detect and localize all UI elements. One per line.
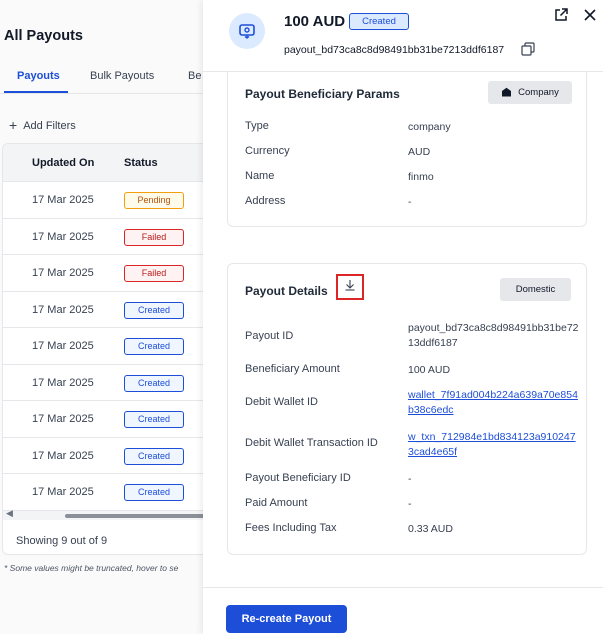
plus-icon: + (9, 117, 18, 133)
status-badge: Created (124, 301, 184, 319)
add-filters-label: Add Filters (23, 120, 76, 132)
drawer-footer: Re-create Payout (203, 587, 603, 634)
building-icon (501, 83, 512, 106)
status-badge: Created (349, 13, 409, 30)
table-row[interactable]: 17 Mar 2025 Failed (3, 219, 210, 255)
close-icon[interactable] (582, 7, 598, 23)
table-row[interactable]: 17 Mar 2025 Created (3, 328, 210, 365)
table-row[interactable]: 17 Mar 2025 Created (3, 474, 210, 511)
field-value: - (408, 473, 412, 485)
company-chip: Company (488, 81, 572, 104)
updated-on-cell: 17 Mar 2025 (32, 340, 94, 352)
field-label: Debit Wallet Transaction ID (245, 437, 378, 449)
column-header-updated-on[interactable]: Updated On (32, 157, 94, 169)
field-value: - (408, 196, 412, 208)
field-value: AUD (408, 146, 431, 158)
drawer-header: 100 AUD Created payout_bd73ca8c8d98491bb… (203, 0, 603, 72)
truncation-note: * Some values might be truncated, hover … (4, 563, 179, 573)
updated-on-cell: 17 Mar 2025 (32, 449, 94, 462)
debit-wallet-id-link[interactable]: wallet_7f91ad004b224a639a70e854b38c6edc (408, 388, 580, 418)
drawer-body[interactable]: Payout Beneficiary Params Company Type c… (203, 72, 603, 587)
updated-on-cell: 17 Mar 2025 (32, 267, 94, 279)
field-label: Debit Wallet ID (245, 396, 318, 408)
payout-detail-drawer: 100 AUD Created payout_bd73ca8c8d98491bb… (203, 0, 603, 634)
payouts-list-page: All Payouts Payouts Bulk Payouts Be + Add… (0, 0, 210, 634)
updated-on-cell: 17 Mar 2025 (32, 413, 94, 425)
column-header-status[interactable]: Status (124, 157, 158, 169)
field-label: Beneficiary Amount (245, 363, 340, 375)
payout-icon (229, 13, 265, 49)
payout-amount: 100 AUD (284, 13, 346, 30)
page-title: All Payouts (4, 28, 83, 44)
recreate-payout-button[interactable]: Re-create Payout (226, 605, 347, 633)
field-label: Payout ID (245, 330, 294, 342)
field-label: Fees Including Tax (245, 522, 337, 534)
beneficiary-params-card: Payout Beneficiary Params Company Type c… (227, 72, 587, 227)
scroll-left-arrow-icon[interactable]: ◀ (6, 508, 13, 519)
table-header: Updated On Status (3, 144, 210, 182)
updated-on-cell: 17 Mar 2025 (32, 303, 94, 316)
payout-details-card: Payout Details Domestic Payout ID payout… (227, 263, 587, 555)
status-badge: Created (124, 411, 184, 428)
field-value: company (408, 121, 451, 133)
updated-on-cell: 17 Mar 2025 (32, 194, 94, 206)
table-row[interactable]: 17 Mar 2025 Created (3, 401, 210, 438)
table-row[interactable]: 17 Mar 2025 Pending (3, 182, 210, 219)
scrollbar-thumb[interactable] (65, 514, 210, 518)
status-badge: Created (124, 374, 184, 392)
field-value: payout_bd73ca8c8d98491bb31be7213ddf6187 (408, 322, 579, 349)
table-row[interactable]: 17 Mar 2025 Created (3, 438, 210, 474)
field-label: Address (245, 195, 286, 207)
field-value: 0.33 AUD (408, 523, 453, 535)
field-label: Name (245, 170, 275, 182)
field-label: Currency (245, 145, 290, 157)
domestic-chip: Domestic (500, 278, 571, 301)
payouts-table: Updated On Status 17 Mar 2025 Pending 17 M… (2, 143, 210, 555)
copy-icon[interactable] (521, 42, 535, 56)
company-chip-label: Company (518, 87, 559, 98)
field-label: Paid Amount (245, 497, 308, 509)
horizontal-scrollbar[interactable]: ◀ (3, 508, 210, 520)
field-label: Payout Beneficiary ID (245, 472, 351, 484)
field-label: Type (245, 120, 269, 132)
external-link-icon[interactable] (553, 7, 569, 23)
field-value: 100 AUD (408, 364, 451, 376)
download-icon (344, 278, 356, 296)
tab-bar: Payouts Bulk Payouts Be (0, 62, 210, 94)
status-badge: Failed (124, 265, 184, 282)
tab-beneficiaries[interactable]: Be (188, 70, 201, 82)
table-row[interactable]: 17 Mar 2025 Failed (3, 255, 210, 292)
download-button[interactable] (336, 274, 364, 300)
status-badge: Created (124, 338, 184, 355)
updated-on-cell: 17 Mar 2025 (32, 230, 94, 243)
status-badge: Created (124, 447, 184, 465)
tab-payouts[interactable]: Payouts (17, 70, 60, 82)
updated-on-cell: 17 Mar 2025 (32, 376, 94, 389)
debit-wallet-transaction-id-link[interactable]: w_txn_712984e1bd834123a9102473cad4e65f (408, 430, 580, 460)
payout-details-title: Payout Details (245, 284, 328, 298)
table-row[interactable]: 17 Mar 2025 Created (3, 365, 210, 401)
status-badge: Created (124, 484, 184, 501)
add-filters-button[interactable]: + Add Filters (9, 117, 76, 133)
status-badge: Pending (124, 192, 184, 209)
beneficiary-params-title: Payout Beneficiary Params (245, 87, 400, 101)
status-badge: Failed (124, 228, 184, 246)
payout-id-text: payout_bd73ca8c8d98491bb31be7213ddf6187 (284, 44, 505, 56)
pagination-summary: Showing 9 out of 9 (16, 535, 108, 547)
tab-bulk-payouts[interactable]: Bulk Payouts (90, 70, 154, 82)
field-value: - (408, 498, 412, 510)
field-value: finmo (408, 171, 434, 183)
active-tab-indicator (4, 91, 68, 93)
table-row[interactable]: 17 Mar 2025 Created (3, 292, 210, 328)
updated-on-cell: 17 Mar 2025 (32, 486, 94, 498)
